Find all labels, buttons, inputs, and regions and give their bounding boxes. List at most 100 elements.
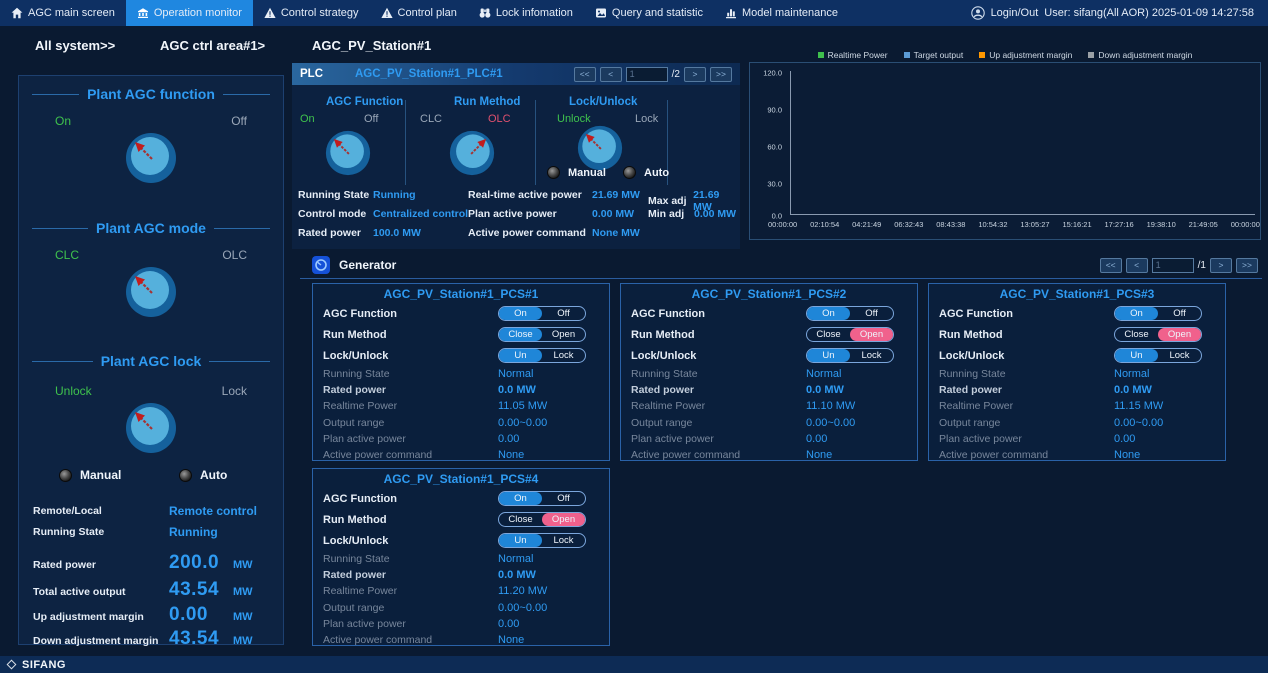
- toggle-off[interactable]: Off: [1158, 307, 1201, 320]
- lock-unlock-row: Lock/Unlock UnLock: [313, 345, 609, 366]
- next-page-button[interactable]: >: [1210, 258, 1232, 273]
- nav-lock-infomation[interactable]: Lock infomation: [468, 0, 584, 26]
- nav-control-strategy[interactable]: Control strategy: [253, 0, 370, 26]
- toggle-close[interactable]: Close: [499, 513, 542, 526]
- toggle-close[interactable]: Close: [1115, 328, 1158, 341]
- x-tick: 21:49:05: [1189, 220, 1218, 229]
- nav-control-plan[interactable]: Control plan: [370, 0, 468, 26]
- agc-function-toggle[interactable]: OnOff: [1114, 306, 1202, 321]
- user-info: User: sifang(All AOR) 2025-01-09 14:27:5…: [1044, 7, 1254, 19]
- nav-agc-main-screen[interactable]: AGC main screen: [0, 0, 126, 26]
- toggle-open[interactable]: Open: [542, 513, 585, 526]
- toggle-un[interactable]: Un: [1115, 349, 1158, 362]
- user-icon: [971, 6, 985, 20]
- sifang-logo-icon: [7, 660, 17, 670]
- legend-down-adjustment-margin: Down adjustment margin: [1088, 50, 1192, 60]
- plc-auto-radio-row: Auto: [623, 166, 669, 179]
- row-value: None: [498, 634, 524, 646]
- y-tick: 90.0: [748, 106, 782, 115]
- toggle-off[interactable]: Off: [850, 307, 893, 320]
- plc-control-mode-row: Control mode Centralized control: [298, 208, 468, 220]
- toggle-on[interactable]: On: [499, 492, 542, 505]
- row-label: Active power command: [631, 449, 806, 461]
- next-page-button[interactable]: >: [684, 67, 706, 82]
- option-off: Off: [364, 113, 378, 125]
- toggle-off[interactable]: Off: [542, 492, 585, 505]
- manual-radio[interactable]: [547, 166, 560, 179]
- row-value: 0.00~0.00: [498, 602, 547, 614]
- row-label: Lock/Unlock: [323, 535, 498, 547]
- plc-agc-function-knob[interactable]: [325, 130, 371, 176]
- toggle-un[interactable]: Un: [807, 349, 850, 362]
- auto-radio[interactable]: [179, 469, 192, 482]
- row-label: Running State: [631, 368, 806, 380]
- row-value: None: [1114, 449, 1140, 461]
- plant-agc-function-knob[interactable]: [125, 132, 177, 184]
- lock-unlock-toggle[interactable]: UnLock: [806, 348, 894, 363]
- agc-function-toggle[interactable]: OnOff: [498, 491, 586, 506]
- toggle-close[interactable]: Close: [499, 328, 542, 341]
- toggle-un[interactable]: Un: [499, 349, 542, 362]
- toggle-off[interactable]: Off: [542, 307, 585, 320]
- last-page-button[interactable]: >>: [1236, 258, 1258, 273]
- toggle-lock[interactable]: Lock: [1158, 349, 1201, 362]
- breadcrumb-all-system[interactable]: All system>>: [35, 38, 115, 53]
- lock-unlock-toggle[interactable]: UnLock: [498, 533, 586, 548]
- first-page-button[interactable]: <<: [1100, 258, 1122, 273]
- plc-run-method-knob[interactable]: [449, 130, 495, 176]
- plant-agc-lock-knob[interactable]: [125, 402, 177, 454]
- run-method-toggle[interactable]: CloseOpen: [498, 512, 586, 527]
- last-page-button[interactable]: >>: [710, 67, 732, 82]
- breadcrumb-agc-ctrl-area[interactable]: AGC ctrl area#1>: [160, 38, 265, 53]
- login-out-link[interactable]: Login/Out: [991, 7, 1039, 19]
- plc-lock-unlock-knob[interactable]: [577, 125, 623, 171]
- row-label: Plan active power: [631, 433, 806, 445]
- nav-query-and-statistic[interactable]: Query and statistic: [584, 0, 714, 26]
- stat-value: None MW: [592, 227, 640, 239]
- toggle-open[interactable]: Open: [1158, 328, 1201, 341]
- nav-operation-monitor[interactable]: Operation monitor: [126, 0, 253, 26]
- row-label: Run Method: [323, 329, 498, 341]
- plant-agc-mode-title-row: Plant AGC mode: [19, 220, 283, 236]
- toggle-open[interactable]: Open: [542, 328, 585, 341]
- agc-function-toggle[interactable]: OnOff: [806, 306, 894, 321]
- output-range-row: Output range0.00~0.00: [313, 415, 609, 431]
- daily-power-chart: Realtime Power Target output Up adjustme…: [748, 50, 1262, 242]
- toggle-lock[interactable]: Lock: [542, 534, 585, 547]
- toggle-lock[interactable]: Lock: [542, 349, 585, 362]
- lock-unlock-toggle[interactable]: UnLock: [498, 348, 586, 363]
- row-label: Run Method: [631, 329, 806, 341]
- page-input[interactable]: [626, 67, 668, 82]
- run-method-toggle[interactable]: CloseOpen: [498, 327, 586, 342]
- toggle-lock[interactable]: Lock: [850, 349, 893, 362]
- stat-value: Centralized control: [373, 208, 468, 220]
- toggle-close[interactable]: Close: [807, 328, 850, 341]
- warning-icon: [381, 7, 393, 19]
- run-method-toggle[interactable]: CloseOpen: [806, 327, 894, 342]
- breadcrumb-station[interactable]: AGC_PV_Station#1: [312, 38, 431, 53]
- prev-page-button[interactable]: <: [600, 67, 622, 82]
- lock-unlock-toggle[interactable]: UnLock: [1114, 348, 1202, 363]
- lock-unlock-row: Lock/Unlock UnLock: [621, 345, 917, 366]
- prev-page-button[interactable]: <: [1126, 258, 1148, 273]
- page-input[interactable]: [1152, 258, 1194, 273]
- toggle-open[interactable]: Open: [850, 328, 893, 341]
- row-label: Running State: [323, 553, 498, 565]
- manual-radio[interactable]: [59, 469, 72, 482]
- plc-rated-power-row: Rated power 100.0 MW: [298, 227, 421, 239]
- nav-label: Operation monitor: [154, 7, 242, 19]
- divider: [535, 100, 536, 185]
- plant-agc-mode-knob[interactable]: [125, 266, 177, 318]
- agc-function-toggle[interactable]: OnOff: [498, 306, 586, 321]
- nav-model-maintenance[interactable]: Model maintenance: [714, 0, 849, 26]
- auto-radio[interactable]: [623, 166, 636, 179]
- first-page-button[interactable]: <<: [574, 67, 596, 82]
- toggle-on[interactable]: On: [499, 307, 542, 320]
- run-method-toggle[interactable]: CloseOpen: [1114, 327, 1202, 342]
- option-olc: OLC: [222, 248, 247, 262]
- row-value: 0.00: [498, 618, 519, 630]
- toggle-on[interactable]: On: [1115, 307, 1158, 320]
- toggle-on[interactable]: On: [807, 307, 850, 320]
- output-range-row: Output range0.00~0.00: [929, 415, 1225, 431]
- toggle-un[interactable]: Un: [499, 534, 542, 547]
